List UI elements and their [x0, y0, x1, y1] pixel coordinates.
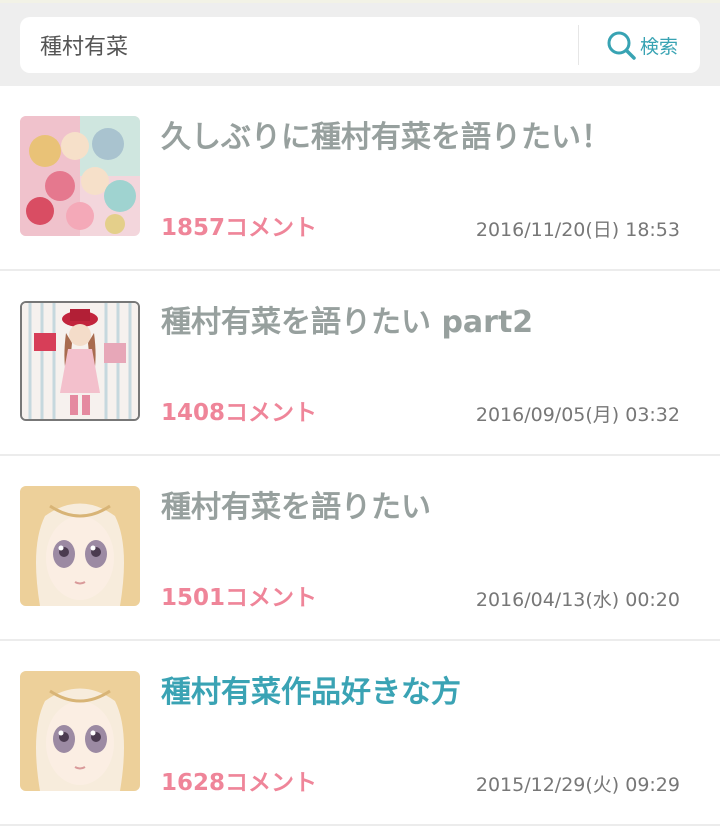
- thread-title: 種村有菜を語りたい: [161, 490, 431, 525]
- thread-item[interactable]: 種村有菜作品好きな方 1628コメント 2015/12/29(火) 09:29: [0, 641, 720, 826]
- thread-title: 種村有菜を語りたい part2: [161, 305, 534, 340]
- thread-item[interactable]: 種村有菜を語りたい 1501コメント 2016/04/13(水) 00:20: [0, 456, 720, 641]
- comment-count: 1408コメント: [161, 400, 318, 426]
- search-button[interactable]: 検索: [590, 17, 694, 73]
- thread-list: 久しぶりに種村有菜を語りたい！ 1857コメント 2016/11/20(日) 1…: [0, 86, 720, 826]
- thread-thumbnail: [20, 486, 140, 606]
- thread-date: 2016/04/13(水) 00:20: [475, 589, 680, 611]
- search-icon: [606, 30, 636, 60]
- thread-date: 2016/09/05(月) 03:32: [475, 404, 680, 426]
- comment-count: 1857コメント: [161, 215, 318, 241]
- search-bar: 検索: [0, 0, 720, 86]
- thread-item[interactable]: 久しぶりに種村有菜を語りたい！ 1857コメント 2016/11/20(日) 1…: [0, 86, 720, 271]
- thread-title: 種村有菜作品好きな方: [161, 675, 461, 710]
- thread-date: 2016/11/20(日) 18:53: [475, 219, 680, 241]
- comment-count: 1501コメント: [161, 585, 318, 611]
- search-input[interactable]: [20, 17, 575, 73]
- thread-title: 久しぶりに種村有菜を語りたい！: [161, 120, 611, 155]
- comment-count: 1628コメント: [161, 770, 318, 796]
- thread-thumbnail: [20, 301, 140, 421]
- thread-thumbnail: [20, 671, 140, 791]
- search-divider: [578, 25, 579, 65]
- thread-date: 2015/12/29(火) 09:29: [475, 774, 680, 796]
- search-button-label: 検索: [639, 35, 678, 58]
- thread-thumbnail: [20, 116, 140, 236]
- thread-item[interactable]: 種村有菜を語りたい part2 1408コメント 2016/09/05(月) 0…: [0, 271, 720, 456]
- search-box: 検索: [20, 17, 700, 73]
